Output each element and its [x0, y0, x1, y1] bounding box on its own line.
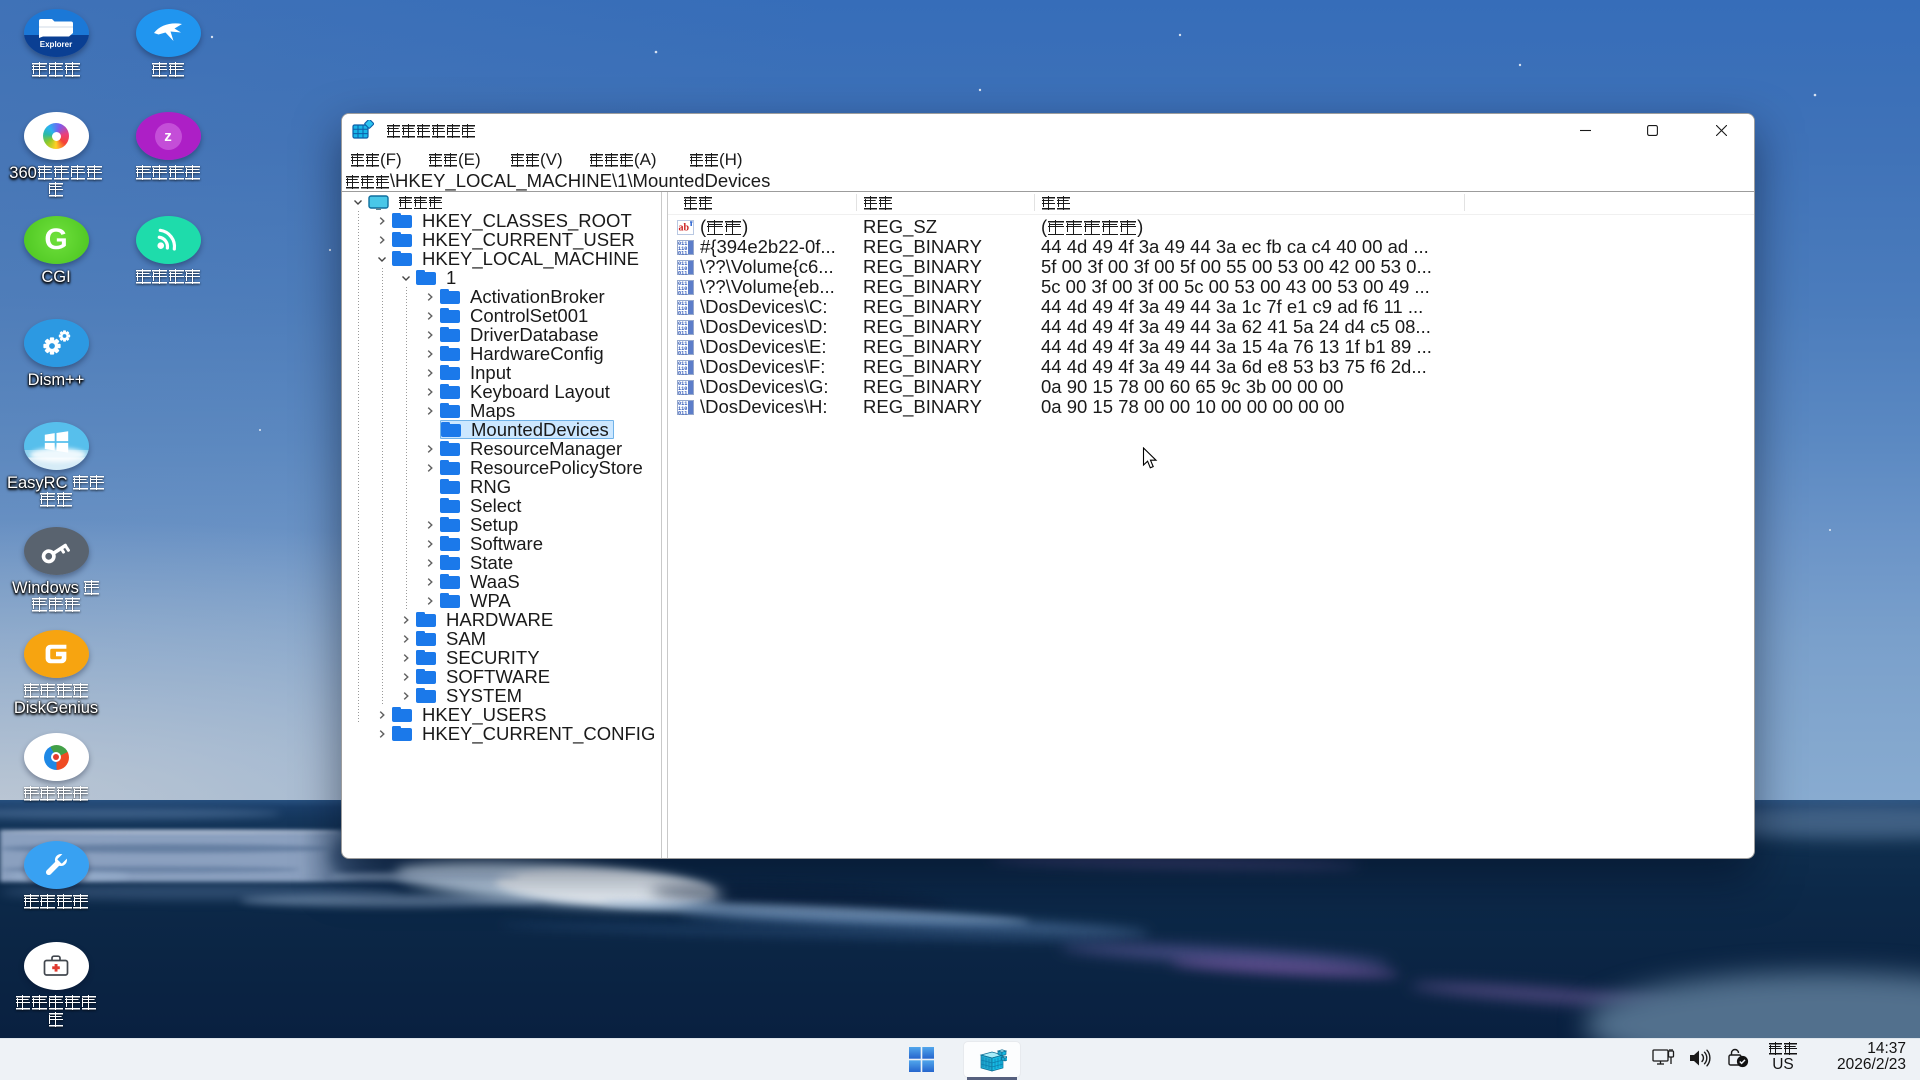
- svg-text:011: 011: [678, 310, 687, 315]
- svg-text:011: 011: [678, 390, 687, 395]
- svg-text:011: 011: [678, 290, 687, 295]
- svg-text:011: 011: [678, 250, 687, 255]
- svg-text:011: 011: [678, 370, 687, 375]
- svg-text:011: 011: [678, 350, 687, 355]
- svg-text:011: 011: [678, 330, 687, 335]
- svg-text:011: 011: [678, 270, 687, 275]
- svg-text:Explorer: Explorer: [40, 40, 72, 49]
- svg-text:011: 011: [678, 410, 687, 415]
- svg-text:ab: ab: [679, 222, 690, 233]
